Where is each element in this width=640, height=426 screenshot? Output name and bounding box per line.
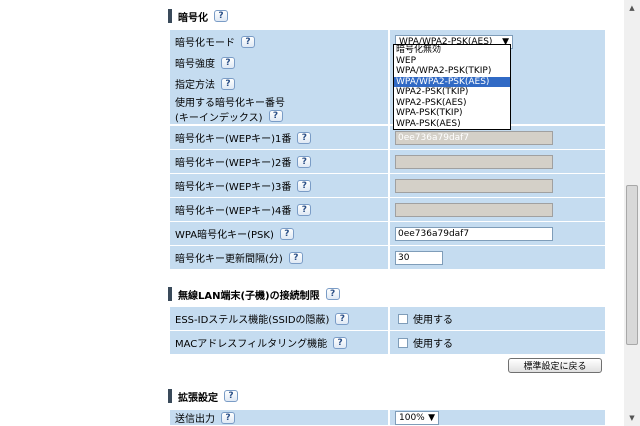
vertical-scrollbar[interactable]: ▲ ▼ — [624, 0, 640, 426]
dropdown-option[interactable]: WPA/WPA2-PSK(TKIP) — [394, 66, 510, 77]
row-stealth: ESS-IDステルス機能(SSIDの隠蔽)? 使用する — [170, 307, 605, 331]
checkbox-label: 使用する — [413, 315, 453, 326]
wep-key-2-field[interactable] — [395, 154, 553, 169]
help-icon[interactable]: ? — [297, 179, 312, 192]
row-key-index: 使用する暗号化キー番号 (キーインデックス)? — [170, 93, 605, 125]
row-label: 指定方法 — [175, 80, 215, 91]
row-label: 暗号化キー(WEPキー)1番 — [175, 134, 292, 145]
dropdown-option[interactable]: WPA-PSK(TKIP) — [394, 108, 510, 119]
wep-key-3-field[interactable] — [395, 178, 553, 193]
row-wep2: 暗号化キー(WEPキー)2番? — [170, 150, 605, 174]
help-icon[interactable]: ? — [268, 110, 283, 122]
dropdown-option-highlighted[interactable]: WPA/WPA2-PSK(AES) — [394, 76, 510, 87]
row-label: 暗号化キー(WEPキー)3番 — [175, 182, 292, 193]
tx-power-select[interactable]: 100% ▼ — [395, 410, 439, 425]
row-wep3: 暗号化キー(WEPキー)3番? — [170, 174, 605, 198]
row-label: 送信出力 — [175, 414, 215, 425]
row-label: 暗号強度 — [175, 59, 215, 70]
row-label-line1: 使用する暗号化キー番号 — [175, 97, 285, 109]
help-icon[interactable]: ? — [297, 155, 312, 168]
dropdown-option[interactable]: WPA-PSK(AES) — [394, 119, 510, 130]
dropdown-option[interactable]: WEP — [394, 56, 510, 67]
row-label: 暗号化モード — [175, 38, 235, 49]
row-label: MACアドレスフィルタリング機能 — [175, 339, 328, 350]
row-wep1: 暗号化キー(WEPキー)1番? 0ee736a79daf7 — [170, 126, 605, 150]
row-label: 暗号化キー(WEPキー)4番 — [175, 206, 292, 217]
help-icon[interactable]: ? — [297, 131, 312, 144]
row-label: 暗号化キー(WEPキー)2番 — [175, 158, 292, 169]
dropdown-option[interactable]: WPA2-PSK(TKIP) — [394, 87, 510, 98]
mac-filter-checkbox[interactable] — [398, 337, 408, 348]
row-mac-filter: MACアドレスフィルタリング機能? 使用する — [170, 331, 605, 355]
row-interval: 暗号化キー更新間隔(分)? 30 — [170, 246, 605, 270]
section-title: 拡張設定 — [178, 392, 218, 404]
dropdown-option[interactable]: WPA2-PSK(AES) — [394, 98, 510, 109]
section-extended-header: 拡張設定 ? — [168, 386, 238, 406]
help-icon[interactable]: ? — [288, 251, 303, 264]
key-interval-field[interactable]: 30 — [395, 250, 443, 265]
scroll-down-arrow-icon[interactable]: ▼ — [624, 410, 640, 426]
help-icon[interactable]: ? — [221, 77, 235, 90]
section-marker — [168, 287, 172, 301]
section-marker — [168, 389, 172, 403]
section-marker — [168, 9, 172, 23]
scrollbar-thumb[interactable] — [626, 185, 638, 345]
help-icon[interactable]: ? — [279, 227, 294, 240]
help-icon[interactable]: ? — [325, 288, 340, 300]
section-access-header: 無線LAN端末(子機)の接続制限 ? — [168, 284, 340, 304]
section-title: 暗号化 — [178, 12, 208, 24]
select-value: 100% — [399, 412, 425, 423]
help-icon[interactable]: ? — [214, 10, 228, 22]
checkbox-label: 使用する — [413, 339, 453, 350]
scroll-up-arrow-icon[interactable]: ▲ — [624, 0, 640, 16]
wep-key-4-field[interactable] — [395, 202, 553, 217]
encryption-mode-dropdown-list[interactable]: 暗号化無効 WEP WPA/WPA2-PSK(TKIP) WPA/WPA2-PS… — [393, 44, 511, 130]
row-wep4: 暗号化キー(WEPキー)4番? — [170, 198, 605, 222]
help-icon[interactable]: ? — [333, 336, 348, 349]
help-icon[interactable]: ? — [224, 390, 238, 402]
psk-key-field[interactable]: 0ee736a79daf7 — [395, 226, 553, 241]
wep-key-1-field[interactable]: 0ee736a79daf7 — [395, 130, 553, 145]
help-icon[interactable]: ? — [241, 35, 255, 48]
row-psk: WPA暗号化キー(PSK)? 0ee736a79daf7 — [170, 222, 605, 246]
chevron-down-icon: ▼ — [428, 412, 435, 423]
section-encryption-header: 暗号化 ? — [168, 6, 228, 26]
stealth-checkbox[interactable] — [398, 313, 408, 324]
reset-defaults-button[interactable]: 標準設定に戻る — [508, 358, 602, 373]
help-icon[interactable]: ? — [335, 312, 350, 325]
section-title: 無線LAN端末(子機)の接続制限 — [178, 290, 320, 302]
row-tx-power: 送信出力? 100% ▼ — [170, 410, 605, 426]
dropdown-option[interactable]: 暗号化無効 — [394, 45, 510, 56]
row-label: WPA暗号化キー(PSK) — [175, 230, 274, 241]
row-label: ESS-IDステルス機能(SSIDの隠蔽) — [175, 315, 330, 326]
row-label-line2: (キーインデックス) — [175, 112, 263, 124]
help-icon[interactable]: ? — [221, 411, 235, 424]
help-icon[interactable]: ? — [297, 203, 312, 216]
row-label: 暗号化キー更新間隔(分) — [175, 254, 283, 265]
help-icon[interactable]: ? — [221, 56, 235, 69]
